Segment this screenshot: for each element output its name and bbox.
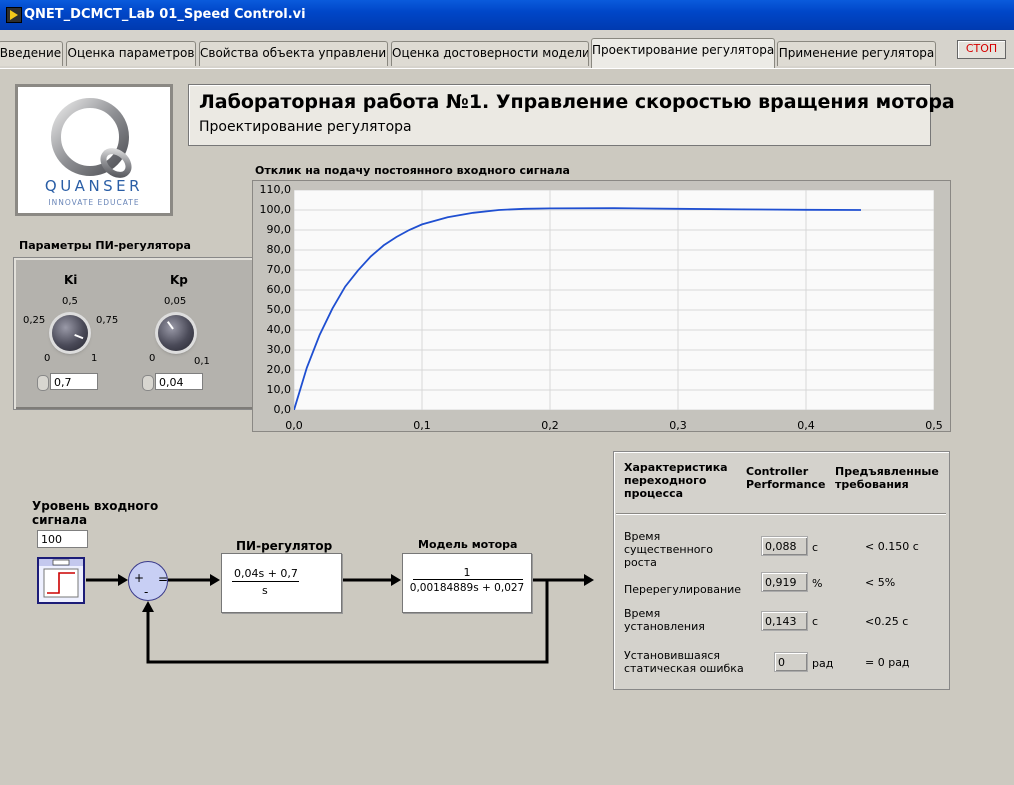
- steady-state-error-indicator: 0: [774, 652, 808, 672]
- step-input-icon: [37, 557, 85, 604]
- row-overshoot-label: Перерегулирование: [624, 583, 742, 596]
- pi-denominator: s: [262, 584, 268, 597]
- header-characteristic: Характеристика переходного процесса: [624, 461, 728, 500]
- motor-model-block: 1 0,00184889s + 0,027: [402, 553, 532, 613]
- table-divider: [616, 513, 946, 515]
- header-requirements: Предъявленные требования: [835, 465, 939, 491]
- sum-output-sign: =: [158, 572, 169, 586]
- motor-numerator: 1: [463, 566, 471, 579]
- overshoot-requirement: < 5%: [865, 576, 896, 589]
- settling-time-requirement: <0.25 с: [865, 615, 909, 628]
- pi-block-title: ПИ-регулятор: [236, 539, 333, 553]
- header-controller-performance: Controller Performance: [746, 465, 826, 491]
- rise-time-requirement: < 0.150 с: [865, 540, 919, 553]
- pi-controller-block: 0,04s + 0,7 s: [221, 553, 342, 613]
- summing-junction: + - =: [128, 561, 168, 601]
- pi-numerator: 0,04s + 0,7: [234, 567, 298, 580]
- settling-time-unit: с: [812, 615, 819, 628]
- tab-controller-design[interactable]: Проектирование регулятора: [591, 38, 775, 68]
- overshoot-unit: %: [812, 577, 823, 590]
- row-settling-time-label: Время установления: [624, 607, 705, 633]
- sum-plus-sign: +: [134, 571, 145, 585]
- performance-table: Характеристика переходного процесса Cont…: [613, 451, 950, 690]
- sum-minus-sign: -: [144, 585, 149, 599]
- steady-state-error-requirement: = 0 рад: [865, 656, 910, 669]
- steady-state-error-unit: рад: [812, 657, 834, 670]
- row-rise-time-label: Время существенного роста: [624, 530, 714, 569]
- rise-time-indicator: 0,088: [761, 536, 808, 556]
- motor-block-title: Модель мотора: [418, 538, 518, 551]
- row-steady-state-error-label: Установившаяся статическая ошибка: [624, 649, 744, 675]
- overshoot-indicator: 0,919: [761, 572, 808, 592]
- motor-denominator: 0,00184889s + 0,027: [409, 582, 525, 594]
- settling-time-indicator: 0,143: [761, 611, 808, 631]
- rise-time-unit: с: [812, 541, 819, 554]
